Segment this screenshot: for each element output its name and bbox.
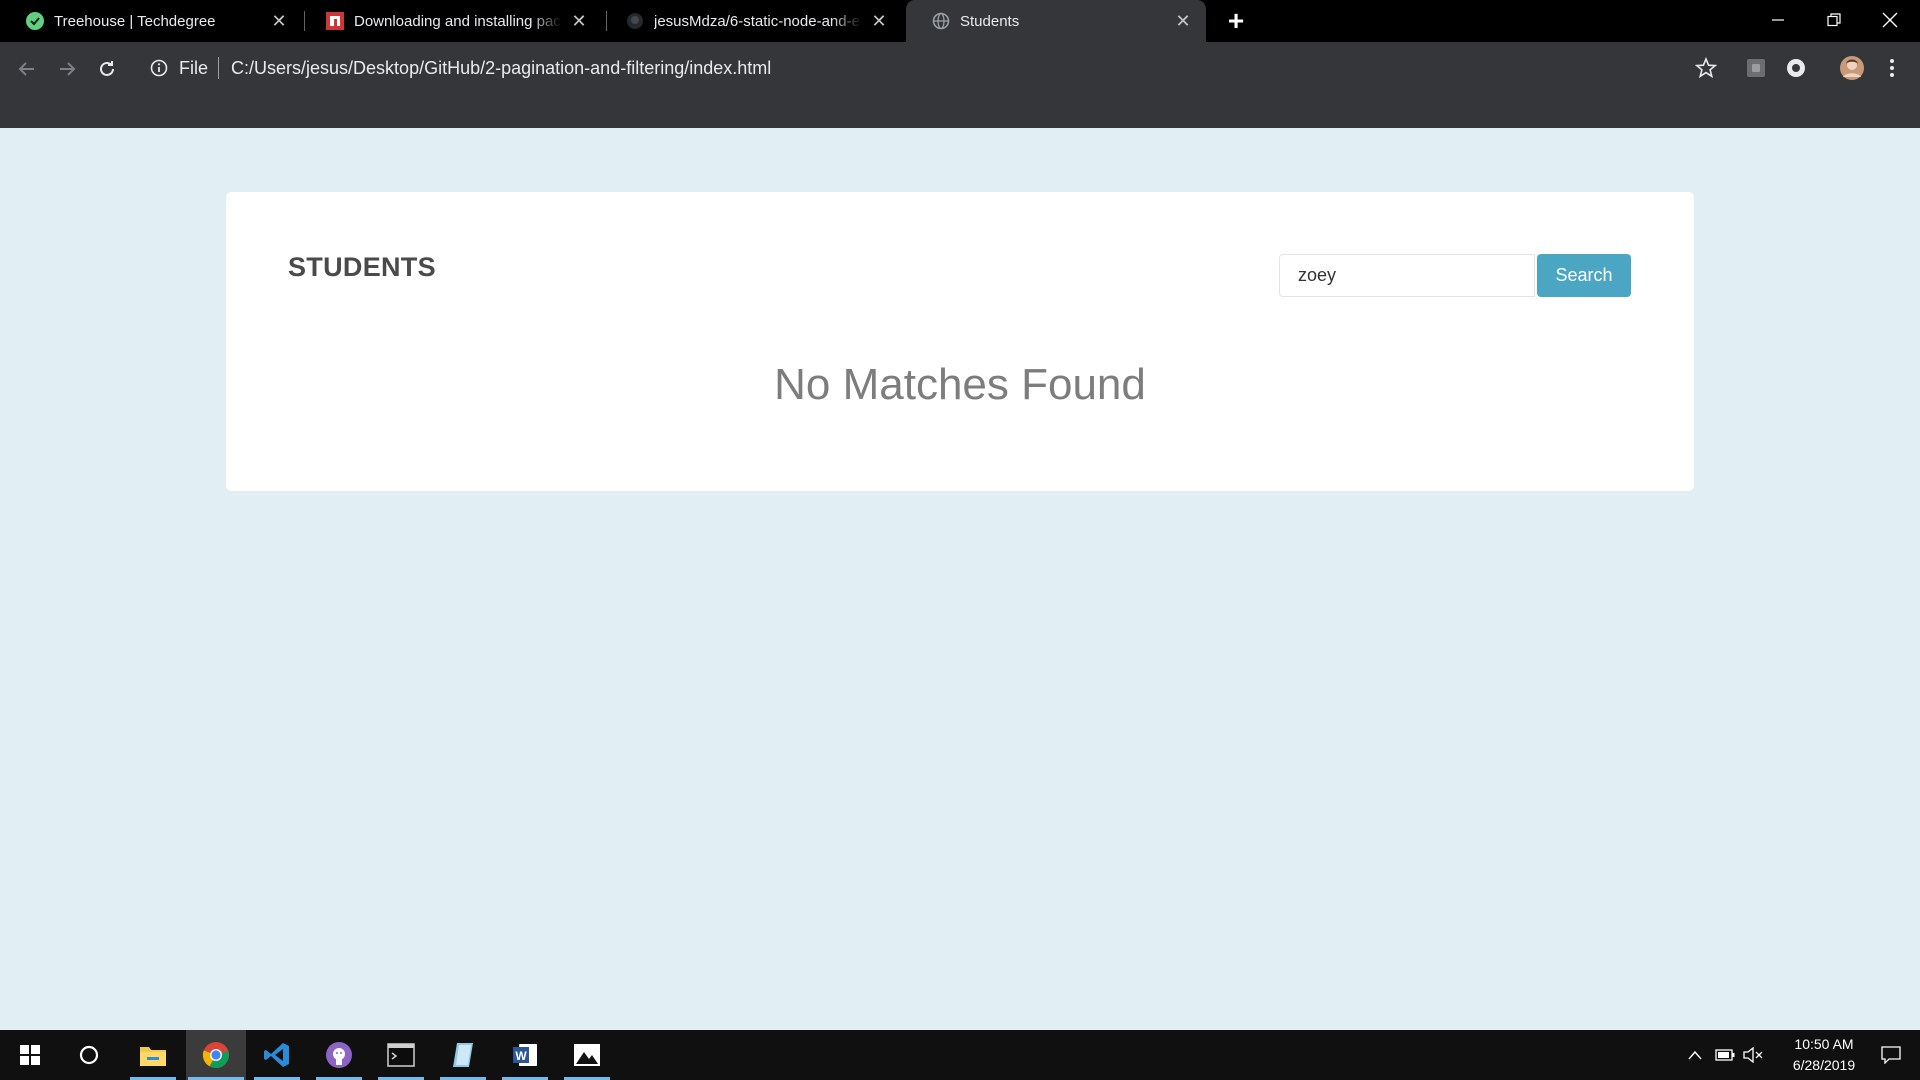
extension-button[interactable] xyxy=(1740,52,1772,84)
action-center-button[interactable] xyxy=(1866,1030,1916,1080)
file-explorer-icon xyxy=(140,1047,166,1066)
close-tab-icon[interactable]: ✕ xyxy=(268,10,290,32)
forward-button[interactable] xyxy=(50,52,84,86)
page-title: STUDENTS xyxy=(288,252,436,282)
chevron-up-icon xyxy=(1688,1050,1702,1060)
reload-icon xyxy=(100,61,114,76)
taskbar-github-desktop[interactable] xyxy=(314,1030,364,1080)
close-tab-icon[interactable]: ✕ xyxy=(568,10,590,32)
kebab-menu-icon xyxy=(1890,59,1894,77)
battery-icon xyxy=(1715,1049,1735,1061)
cortana-icon xyxy=(79,1045,99,1065)
volume-button[interactable] xyxy=(1740,1030,1766,1080)
vscode-icon xyxy=(264,1043,289,1067)
scheme-label: File xyxy=(179,57,209,78)
extension-circle-icon xyxy=(1787,59,1805,77)
tab-treehouse[interactable]: Treehouse | Techdegree ✕ xyxy=(0,0,302,42)
students-card: STUDENTS Search No Matches Found xyxy=(226,192,1694,491)
svg-text:W: W xyxy=(515,1049,527,1063)
info-icon[interactable] xyxy=(149,58,169,78)
avatar xyxy=(1840,56,1864,80)
divider xyxy=(218,57,220,79)
globe-icon xyxy=(932,12,950,30)
tab-title: Downloading and installing packages xyxy=(354,12,562,30)
terminal-icon xyxy=(387,1043,415,1067)
tab-github[interactable]: jesusMdza/6-static-node-and-express ✕ xyxy=(600,0,902,42)
no-matches-message: No Matches Found xyxy=(774,360,1146,409)
taskbar-word[interactable]: W xyxy=(500,1030,550,1080)
show-hidden-icons-button[interactable] xyxy=(1682,1030,1708,1080)
search-button[interactable]: Search xyxy=(1537,254,1631,297)
tab-title: jesusMdza/6-static-node-and-express xyxy=(654,12,862,30)
volume-muted-icon xyxy=(1743,1047,1763,1063)
notification-icon xyxy=(1881,1046,1901,1064)
restore-button[interactable] xyxy=(1806,0,1862,40)
minimize-icon xyxy=(1772,19,1784,21)
tab-npm[interactable]: Downloading and installing packages ✕ xyxy=(300,0,602,42)
npm-icon xyxy=(326,12,344,30)
new-tab-button[interactable]: + xyxy=(1222,5,1250,36)
extension-button[interactable] xyxy=(1780,52,1812,84)
arrow-right-icon xyxy=(60,62,76,76)
url-text: C:/Users/jesus/Desktop/GitHub/2-paginati… xyxy=(231,57,772,78)
taskbar-terminal[interactable] xyxy=(376,1030,426,1080)
taskbar-file-explorer[interactable] xyxy=(128,1030,178,1080)
profile-button[interactable] xyxy=(1836,52,1868,84)
windows-taskbar: W 10:50 AM 6/28/2019 xyxy=(0,1030,1920,1080)
bookmark-star-button[interactable] xyxy=(1690,52,1722,84)
reload-button[interactable] xyxy=(90,52,124,86)
tab-title: Students xyxy=(960,12,1020,30)
treehouse-icon xyxy=(26,12,44,30)
windows-start-icon xyxy=(20,1045,40,1065)
taskbar-chrome[interactable] xyxy=(186,1030,246,1080)
star-icon xyxy=(1695,57,1717,79)
close-tab-icon[interactable]: ✕ xyxy=(1172,10,1194,32)
tab-title: Treehouse | Techdegree xyxy=(54,12,216,30)
tab-students[interactable]: Students ✕ xyxy=(906,0,1206,42)
cortana-button[interactable] xyxy=(64,1030,114,1080)
close-tab-icon[interactable]: ✕ xyxy=(868,10,890,32)
word-icon: W xyxy=(513,1044,537,1066)
github-desktop-icon xyxy=(326,1042,352,1068)
minimize-button[interactable] xyxy=(1750,0,1806,40)
chrome-icon xyxy=(202,1042,229,1069)
battery-button[interactable] xyxy=(1712,1030,1738,1080)
start-button[interactable] xyxy=(5,1030,55,1080)
search-input[interactable] xyxy=(1279,254,1535,297)
taskbar-notes[interactable] xyxy=(438,1030,488,1080)
github-icon xyxy=(626,12,644,30)
tab-strip: Treehouse | Techdegree ✕ Downloading and… xyxy=(0,0,1920,42)
arrow-left-icon xyxy=(18,62,34,76)
menu-button[interactable] xyxy=(1876,52,1908,84)
close-icon xyxy=(1882,12,1898,28)
close-window-button[interactable] xyxy=(1862,0,1918,40)
taskbar-photos[interactable] xyxy=(562,1030,612,1080)
photos-icon xyxy=(574,1044,600,1066)
extension-icon xyxy=(1747,59,1765,77)
address-bar[interactable]: File C:/Users/jesus/Desktop/GitHub/2-pag… xyxy=(140,50,1660,86)
restore-icon xyxy=(1827,13,1841,27)
browser-toolbar: File C:/Users/jesus/Desktop/GitHub/2-pag… xyxy=(0,42,1920,128)
back-button[interactable] xyxy=(10,52,44,86)
taskbar-vscode[interactable] xyxy=(252,1030,302,1080)
notes-icon xyxy=(453,1043,473,1067)
